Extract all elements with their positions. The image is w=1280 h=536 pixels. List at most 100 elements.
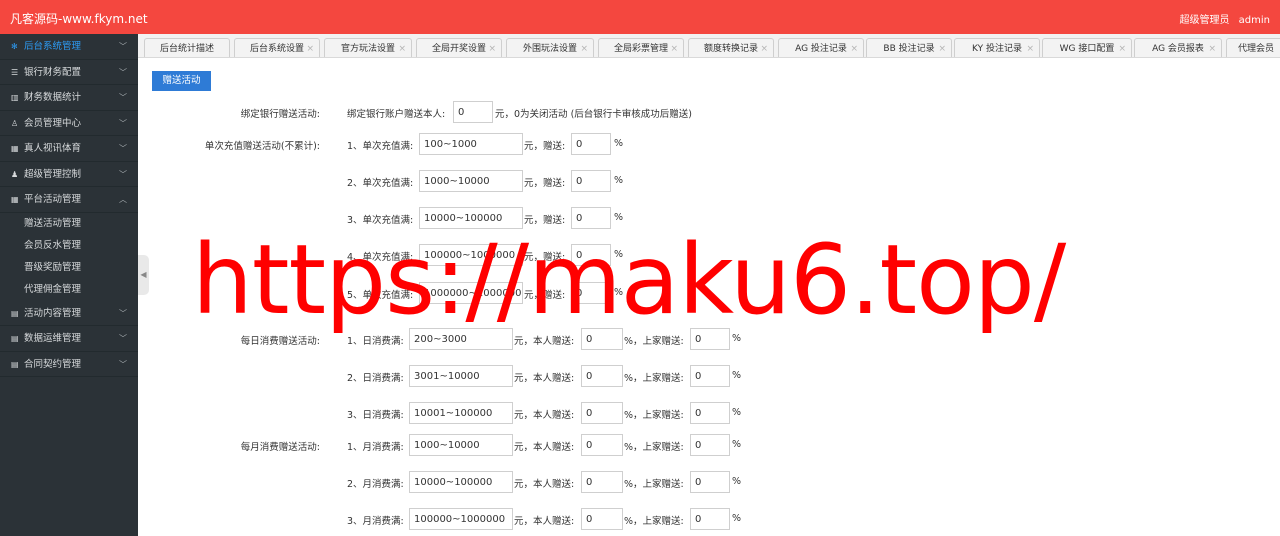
submenu-item-rebate[interactable]: 会员反水管理: [0, 235, 138, 257]
sidebar-item-bank-finance[interactable]: ☰ 银行财务配置 ﹀: [0, 60, 138, 85]
chevron-down-icon: ﹀: [119, 308, 127, 318]
percent-sign: %: [732, 513, 742, 524]
tab-label: KY 投注记录: [972, 44, 1022, 54]
monthly-range-input[interactable]: [409, 434, 513, 456]
tab-credit-transfer[interactable]: 额度转换记录 ×: [688, 38, 774, 57]
tab-ky-bets[interactable]: KY 投注记录 ×: [954, 38, 1040, 57]
gear-icon: ✻: [11, 42, 18, 51]
daily-row-prefix: 2、日消费满:: [347, 373, 404, 384]
daily-upper-gift-input[interactable]: [690, 365, 730, 387]
daily-upper-gift-input[interactable]: [690, 402, 730, 424]
list-icon: ☰: [11, 67, 19, 77]
top-header-bar: 凡客源码-www.fkym.net 超级管理员 admin: [0, 0, 1280, 34]
tab-peripheral-play[interactable]: 外围玩法设置 ×: [506, 38, 594, 57]
tab-wg-config[interactable]: WG 接口配置 ×: [1042, 38, 1132, 57]
tab-ag-bets[interactable]: AG 投注记录 ×: [778, 38, 864, 57]
sidebar-item-super-admin[interactable]: ♟ 超级管理控制 ﹀: [0, 162, 138, 187]
sidebar-item-platform-activity[interactable]: ▦ 平台活动管理 ︿: [0, 187, 138, 213]
sidebar-item-label: 平台活动管理: [24, 194, 82, 205]
daily-upper-gift-label: %，上家赠送:: [624, 336, 684, 347]
recharge-row-prefix: 4、单次充值满:: [347, 252, 414, 263]
close-icon[interactable]: ×: [670, 39, 678, 57]
close-icon[interactable]: ×: [1026, 39, 1034, 57]
close-icon[interactable]: ×: [938, 39, 946, 57]
person-icon: ♟: [11, 169, 19, 179]
bind-bank-amount-input[interactable]: [453, 101, 493, 123]
recharge-range-input[interactable]: [419, 244, 523, 266]
close-icon[interactable]: ×: [1208, 39, 1216, 57]
close-icon[interactable]: ×: [580, 39, 588, 57]
close-icon[interactable]: ×: [760, 39, 768, 57]
daily-self-gift-input[interactable]: [581, 365, 623, 387]
tab-global-draw[interactable]: 全局开奖设置 ×: [416, 38, 502, 57]
daily-upper-gift-input[interactable]: [690, 328, 730, 350]
recharge-range-input[interactable]: [419, 282, 523, 304]
daily-upper-gift-label: %，上家赠送:: [624, 410, 684, 421]
daily-self-gift-input[interactable]: [581, 402, 623, 424]
single-recharge-label: 单次充值赠送活动(不累计):: [204, 141, 320, 152]
submenu-item-gift-activity[interactable]: 赠送活动管理: [0, 213, 138, 235]
sidebar-item-finance-stats[interactable]: ▥ 财务数据统计 ﹀: [0, 85, 138, 111]
close-icon[interactable]: ×: [488, 39, 496, 57]
monthly-row-prefix: 2、月消费满:: [347, 479, 404, 490]
sidebar-item-label: 真人视讯体育: [24, 143, 82, 154]
monthly-self-gift-input[interactable]: [581, 471, 623, 493]
monthly-upper-gift-input[interactable]: [690, 434, 730, 456]
daily-range-input[interactable]: [409, 328, 513, 350]
monthly-range-input[interactable]: [409, 508, 513, 530]
sidebar-item-label: 财务数据统计: [24, 92, 82, 103]
daily-row-prefix: 1、日消费满:: [347, 336, 404, 347]
submenu-item-promotion-reward[interactable]: 晋级奖励管理: [0, 257, 138, 279]
daily-self-gift-input[interactable]: [581, 328, 623, 350]
percent-sign: %: [732, 407, 742, 418]
sidebar-item-contracts[interactable]: ▤ 合同契约管理 ﹀: [0, 352, 138, 377]
recharge-range-input[interactable]: [419, 207, 523, 229]
recharge-gift-input[interactable]: [571, 282, 611, 304]
tab-label: 全局彩票管理: [613, 44, 668, 54]
sidebar-item-members[interactable]: ♙ 会员管理中心 ﹀: [0, 111, 138, 136]
close-icon[interactable]: ×: [850, 39, 858, 57]
tab-official-play[interactable]: 官方玩法设置 ×: [324, 38, 412, 57]
tab-system-settings[interactable]: 后台系统设置 ×: [234, 38, 320, 57]
tab-ag-member-report[interactable]: AG 会员报表 ×: [1134, 38, 1222, 57]
tab-agent-members[interactable]: 代理会员: [1226, 38, 1280, 57]
recharge-gift-input[interactable]: [571, 170, 611, 192]
close-icon[interactable]: ×: [398, 39, 406, 57]
gift-activity-button[interactable]: 赠送活动: [152, 71, 211, 91]
monthly-upper-gift-input[interactable]: [690, 508, 730, 530]
sidebar-item-data-ops[interactable]: ▤ 数据运维管理 ﹀: [0, 326, 138, 352]
monthly-upper-gift-input[interactable]: [690, 471, 730, 493]
monthly-upper-gift-label: %，上家赠送:: [624, 479, 684, 490]
close-icon[interactable]: ×: [1118, 39, 1126, 57]
sidebar-item-system[interactable]: ✻ 后台系统管理 ﹀: [0, 34, 138, 60]
username[interactable]: admin: [1239, 15, 1270, 26]
close-icon[interactable]: ×: [306, 39, 314, 57]
user-info[interactable]: 超级管理员 admin: [1179, 11, 1270, 26]
user-icon: ♙: [11, 118, 19, 128]
recharge-gift-input[interactable]: [571, 244, 611, 266]
recharge-range-input[interactable]: [419, 133, 523, 155]
sidebar-item-activity-content[interactable]: ▤ 活动内容管理 ﹀: [0, 301, 138, 326]
recharge-gift-input[interactable]: [571, 133, 611, 155]
tab-label: 全局开奖设置: [431, 44, 486, 54]
monthly-row-prefix: 3、月消费满:: [347, 516, 404, 527]
recharge-gift-label: 元，赠送:: [524, 252, 566, 263]
user-role: 超级管理员: [1179, 15, 1230, 26]
monthly-row-prefix: 1、月消费满:: [347, 442, 404, 453]
submenu-item-agent-commission[interactable]: 代理佣金管理: [0, 279, 138, 301]
tab-bb-bets[interactable]: BB 投注记录 ×: [866, 38, 952, 57]
tab-stats-description[interactable]: 后台统计描述: [144, 38, 230, 57]
tab-global-lottery[interactable]: 全局彩票管理 ×: [598, 38, 684, 57]
chevron-down-icon: ﹀: [119, 42, 127, 51]
monthly-range-input[interactable]: [409, 471, 513, 493]
sidebar-item-live-sports[interactable]: ▦ 真人视讯体育 ﹀: [0, 136, 138, 162]
daily-range-input[interactable]: [409, 402, 513, 424]
recharge-range-input[interactable]: [419, 170, 523, 192]
monthly-self-gift-input[interactable]: [581, 508, 623, 530]
monthly-self-gift-input[interactable]: [581, 434, 623, 456]
percent-sign: %: [732, 476, 742, 487]
daily-range-input[interactable]: [409, 365, 513, 387]
site-brand[interactable]: 凡客源码-www.fkym.net: [10, 10, 148, 27]
sidebar: ✻ 后台系统管理 ﹀ ☰ 银行财务配置 ﹀ ▥ 财务数据统计 ﹀ ♙ 会员管理中心 ﹀ …: [0, 34, 138, 536]
recharge-gift-input[interactable]: [571, 207, 611, 229]
